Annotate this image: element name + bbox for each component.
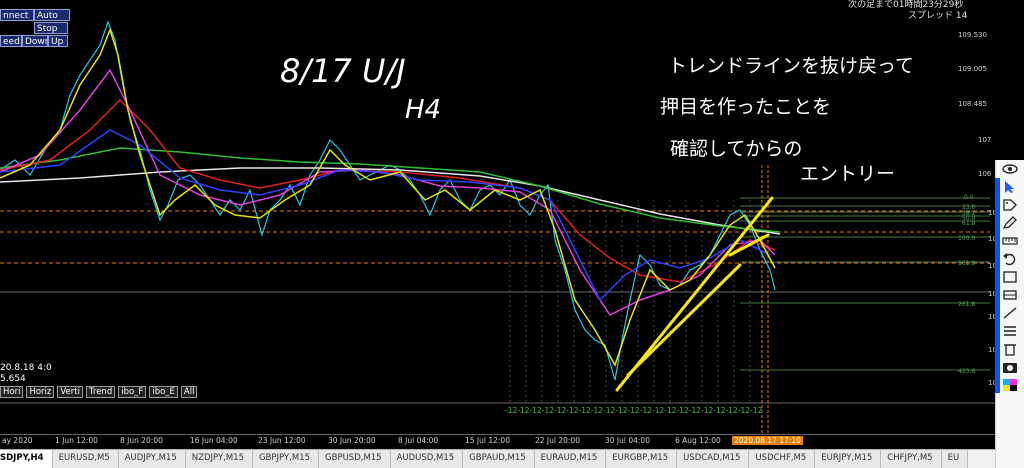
tab-eurusd[interactable]: EURUSD,M5 — [52, 450, 119, 468]
hori-button[interactable]: Hori — [0, 386, 24, 398]
spread-readout: スプレッド 14 — [908, 11, 968, 21]
line-icon[interactable] — [999, 305, 1021, 321]
cursor-icon[interactable] — [999, 179, 1021, 195]
cursor-price: 5.654 — [0, 374, 26, 384]
time-label: 16 Jun 04:00 — [190, 436, 238, 445]
fibo-f-button[interactable]: ibo_F — [118, 386, 147, 398]
list-icon[interactable] — [999, 323, 1021, 339]
svg-text:109.005: 109.005 — [958, 65, 987, 73]
svg-text:261.8: 261.8 — [958, 301, 975, 308]
auto-button[interactable]: Auto — [34, 9, 70, 21]
time-label: 22 Jul 20:00 — [535, 436, 580, 445]
blank-cell — [0, 22, 34, 34]
price-series — [0, 20, 776, 381]
tab-usdjpy-h4[interactable]: SDJPY,H4 — [0, 450, 53, 468]
time-label: 8 Jul 04:00 — [398, 436, 439, 445]
cursor-info: 20.8.18 4:0 5.654 — [0, 363, 52, 385]
svg-text:423.6: 423.6 — [958, 368, 975, 375]
svg-text:0.0: 0.0 — [964, 194, 974, 201]
ma-yellow — [0, 27, 776, 367]
timer-remaining: 次の足まで01時間23分29秒 — [848, 0, 964, 10]
tab-eurjpy[interactable]: EURJPY,M15 — [815, 450, 882, 468]
cursor-date: 20.8.18 4:0 — [0, 363, 52, 373]
toolbar-spacer — [1000, 0, 1024, 160]
time-label: 6 Aug 12:00 — [675, 436, 721, 445]
tab-usdchf[interactable]: USDCHF,M5 — [749, 450, 816, 468]
speed-label: eed: — [0, 35, 22, 47]
svg-text:106: 106 — [978, 170, 992, 178]
bar-timer: 次の足まで01時間23分29秒 スプレッド 14 — [848, 0, 967, 22]
connect-button[interactable]: nnect — [0, 9, 34, 21]
tab-gbpjpy[interactable]: GBPJPY,M15 — [252, 450, 320, 468]
verti-button[interactable]: Verti — [57, 386, 83, 398]
down-button[interactable]: Down — [22, 35, 48, 47]
trend-button[interactable]: Trend — [85, 386, 116, 398]
ma-red — [0, 98, 776, 283]
rect-icon[interactable] — [999, 269, 1021, 285]
up-button[interactable]: Up — [48, 35, 68, 47]
time-axis: ay 2020 1 Jun 12:00 8 Jun 20:00 16 Jun 0… — [0, 434, 1000, 446]
tab-eu[interactable]: EU — [941, 450, 969, 468]
time-label: 30 Jul 04:00 — [605, 436, 650, 445]
price-chart[interactable] — [0, 0, 1000, 433]
camera-icon[interactable] — [999, 359, 1021, 375]
svg-text:100.0: 100.0 — [958, 235, 975, 242]
rect-icon[interactable] — [999, 287, 1021, 303]
drawing-buttons: Hori Horiz Verti Trend ibo_F ibo_E All — [0, 386, 198, 398]
tab-gbpaud[interactable]: GBPAUD,M15 — [463, 450, 535, 468]
tab-audusd[interactable]: AUDUSD,M15 — [390, 450, 464, 468]
time-label: 1 Jun 12:00 — [55, 436, 98, 445]
tag-icon[interactable] — [999, 197, 1021, 213]
time-label: 8 Jun 20:00 — [120, 436, 163, 445]
tab-gbpusd[interactable]: GBPUSD,M15 — [319, 450, 391, 468]
tab-audjpy[interactable]: AUDJPY,M15 — [118, 450, 186, 468]
svg-text:107: 107 — [978, 136, 991, 144]
trash-icon[interactable] — [999, 341, 1021, 357]
chart-area[interactable]: 109.530 109.005 108.485 107 106 106 106 … — [0, 0, 1000, 433]
svg-text:161.8: 161.8 — [958, 260, 975, 267]
symbol-tabs: SDJPY,H4 EURUSD,M5 AUDJPY,M15 NZDJPY,M15… — [0, 449, 1000, 468]
ruler-icon[interactable] — [999, 233, 1021, 249]
svg-text:61.8: 61.8 — [962, 220, 976, 227]
time-label: 30 Jun 20:00 — [328, 436, 376, 445]
horiz-button[interactable]: Horiz — [26, 386, 55, 398]
pen-icon[interactable] — [999, 215, 1021, 231]
svg-text:109.530: 109.530 — [958, 31, 987, 39]
tab-eurgbp[interactable]: EURGBP,M15 — [606, 450, 678, 468]
time-label: ay 2020 — [2, 436, 33, 445]
control-panel: nnect Auto Stop eed: Down Up — [0, 9, 70, 48]
toolbar-accent — [995, 178, 1000, 393]
fibo-e-button[interactable]: ibo_E — [149, 386, 178, 398]
current-time-label: 2020.08.17 17:10 — [732, 436, 803, 445]
eye-icon[interactable] — [999, 161, 1021, 177]
price-axis: 109.530 109.005 108.485 107 106 106 106 … — [958, 31, 1000, 387]
stop-button[interactable]: Stop — [34, 22, 68, 34]
time-label: 23 Jun 12:00 — [258, 436, 306, 445]
tab-euraud[interactable]: EURAUD,M15 — [534, 450, 607, 468]
tab-chfjpy[interactable]: CHFJPY,M5 — [881, 450, 942, 468]
ma-white — [0, 167, 781, 235]
all-button[interactable]: All — [180, 386, 198, 398]
tab-usdcad[interactable]: USDCAD,M15 — [677, 450, 750, 468]
time-label: 15 Jul 12:00 — [465, 436, 510, 445]
palette-icon[interactable] — [999, 377, 1021, 393]
undo-icon[interactable] — [999, 251, 1021, 267]
ma-green — [0, 147, 781, 233]
session-ticks: -12-12-12-12-12-12-12-12-12-12-12-12-12-… — [505, 406, 763, 415]
tab-nzdjpy[interactable]: NZDJPY,M15 — [185, 450, 253, 468]
svg-text:108.485: 108.485 — [958, 100, 987, 108]
